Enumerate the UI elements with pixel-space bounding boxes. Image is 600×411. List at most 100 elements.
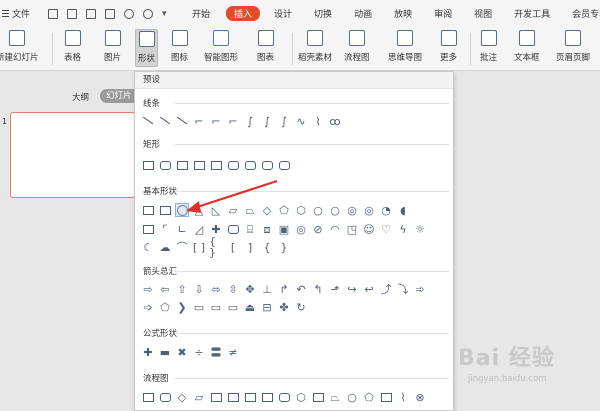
divide-shape[interactable]: ÷ xyxy=(192,345,206,359)
smartart-button[interactable]: 智能图形 xyxy=(204,30,238,63)
flowchart-manual-input-shape[interactable] xyxy=(311,390,325,404)
pie-shape[interactable]: ◔ xyxy=(379,203,393,217)
curved-up-arrow-shape[interactable]: ⤴ xyxy=(379,282,393,296)
new-slide-button[interactable]: 新建幻灯片 xyxy=(0,30,39,63)
left-up-arrow-shape[interactable]: ↰ xyxy=(311,282,325,296)
flowchart-offpage-connector-shape[interactable]: ⬠ xyxy=(362,390,376,404)
down-arrow-callout-shape[interactable]: ▭ xyxy=(209,300,223,314)
flowchart-terminator-shape[interactable] xyxy=(277,390,291,404)
picture-button[interactable]: 图片 xyxy=(104,30,121,63)
icons-button[interactable]: 图标 xyxy=(171,30,188,63)
curve-shape[interactable]: ∿ xyxy=(294,114,308,128)
arrow-line-shape[interactable] xyxy=(158,114,172,128)
tab-outline[interactable]: 大纲 xyxy=(72,91,89,103)
scribble-shape[interactable]: ꝏ xyxy=(328,114,342,128)
flowchart-button[interactable]: 流程图 xyxy=(344,30,370,63)
l-shape[interactable]: ∟ xyxy=(175,222,189,236)
arc-shape[interactable]: ⌒ xyxy=(175,240,189,254)
tab-member[interactable]: 会员专享 xyxy=(572,7,600,20)
diagonal-stripe-shape[interactable]: ◿ xyxy=(192,222,206,236)
left-right-up-arrow-shape[interactable]: ⊥ xyxy=(260,282,274,296)
export-pdf-icon[interactable] xyxy=(67,8,77,19)
pentagon-arrow-shape[interactable]: ⬠ xyxy=(158,300,172,314)
snip-round-shape[interactable] xyxy=(226,158,240,172)
round-diagonal-shape[interactable] xyxy=(277,158,291,172)
half-frame-shape[interactable]: ⌜ xyxy=(158,222,172,236)
quad-arrow-shape[interactable]: ✥ xyxy=(243,282,257,296)
round-single-corner-shape[interactable] xyxy=(243,158,257,172)
donut-shape[interactable]: ◎ xyxy=(294,222,308,236)
double-bracket-shape[interactable]: [ ] xyxy=(192,240,206,254)
flowchart-preparation-shape[interactable]: ⬡ xyxy=(294,390,308,404)
tab-design[interactable]: 设计 xyxy=(274,7,292,20)
undo-icon[interactable] xyxy=(124,8,134,19)
elbow-double-arrow-connector-shape[interactable]: ⌐ xyxy=(226,114,240,128)
down-arrow-shape[interactable]: ⇩ xyxy=(192,282,206,296)
up-down-arrow-shape[interactable]: ⇳ xyxy=(226,282,240,296)
round-same-side-shape[interactable] xyxy=(260,158,274,172)
flowchart-summing-junction-shape[interactable]: ⊗ xyxy=(413,390,427,404)
line-shape[interactable] xyxy=(141,114,155,128)
up-arrow-callout-shape[interactable]: ⏏ xyxy=(243,300,257,314)
frame-shape[interactable] xyxy=(141,222,155,236)
can-shape[interactable]: ⌸ xyxy=(243,222,257,236)
flowchart-internal-storage-shape[interactable] xyxy=(226,390,240,404)
right-bracket-shape[interactable]: ] xyxy=(243,240,257,254)
elbow-arrow-connector-shape[interactable]: ⌐ xyxy=(209,114,223,128)
curved-left-arrow-shape[interactable]: ↩ xyxy=(362,282,376,296)
tab-insert[interactable]: 插入 xyxy=(226,6,261,21)
elbow-connector-shape[interactable]: ⌐ xyxy=(192,114,206,128)
shapes-button[interactable]: 形状 xyxy=(135,29,159,67)
tab-slideshow[interactable]: 放映 xyxy=(394,7,412,20)
flowchart-decision-shape[interactable]: ◇ xyxy=(175,390,189,404)
bent-arrow-shape[interactable]: ↱ xyxy=(277,282,291,296)
moon-shape[interactable]: ☾ xyxy=(141,240,155,254)
curved-right-arrow-shape[interactable]: ↪ xyxy=(345,282,359,296)
diamond-shape[interactable]: ◇ xyxy=(260,203,274,217)
oval-shape[interactable] xyxy=(175,203,189,217)
chart-button[interactable]: 图表 xyxy=(257,30,274,63)
annotation-button[interactable]: 批注 xyxy=(480,30,497,63)
flowchart-multidocument-shape[interactable] xyxy=(260,390,274,404)
striped-right-arrow-shape[interactable]: ➾ xyxy=(413,282,427,296)
double-brace-shape[interactable]: { } xyxy=(209,236,223,258)
circular-arrow-shape[interactable]: ↻ xyxy=(294,300,308,314)
left-brace-shape[interactable]: { xyxy=(260,240,274,254)
flowchart-process-shape[interactable] xyxy=(141,390,155,404)
slide-thumbnail[interactable] xyxy=(10,112,135,198)
bent-up-arrow-shape[interactable]: ⬏ xyxy=(328,282,342,296)
textbox-button[interactable]: 文本框 xyxy=(514,30,540,63)
no-symbol-shape[interactable]: ⊘ xyxy=(311,222,325,236)
plaque-shape[interactable] xyxy=(226,222,240,236)
save-icon[interactable] xyxy=(48,8,58,19)
dodecagon-shape[interactable]: ◎ xyxy=(362,203,376,217)
cross-shape[interactable]: ✚ xyxy=(209,222,223,236)
left-right-arrow-callout-shape[interactable]: ⊟ xyxy=(260,300,274,314)
right-arrow-callout-shape[interactable]: ▭ xyxy=(192,300,206,314)
rounded-rectangle-shape[interactable] xyxy=(158,158,172,172)
right-triangle-shape[interactable]: ◺ xyxy=(209,203,223,217)
print-preview-icon[interactable] xyxy=(105,8,115,19)
pentagon-shape[interactable]: ⬠ xyxy=(277,203,291,217)
freeform-shape[interactable]: ⌇ xyxy=(311,114,325,128)
curved-double-arrow-connector-shape[interactable]: ∫ xyxy=(277,114,291,128)
print-icon[interactable] xyxy=(86,8,96,19)
triangle-shape[interactable]: △ xyxy=(192,203,206,217)
left-right-arrow-shape[interactable]: ⬄ xyxy=(209,282,223,296)
hexagon-shape[interactable]: ⬡ xyxy=(294,203,308,217)
decagon-shape[interactable]: ◎ xyxy=(345,203,359,217)
curved-arrow-connector-shape[interactable]: ∫ xyxy=(260,114,274,128)
vertical-textbox-shape[interactable] xyxy=(158,203,172,217)
double-arrow-line-shape[interactable] xyxy=(175,114,189,128)
cube-shape[interactable]: ⧈ xyxy=(260,222,274,236)
u-turn-arrow-shape[interactable]: ↶ xyxy=(294,282,308,296)
flowchart-connector-shape[interactable]: ○ xyxy=(345,390,359,404)
heart-shape[interactable]: ♡ xyxy=(379,222,393,236)
right-arrow-shape[interactable]: ⇨ xyxy=(141,282,155,296)
right-brace-shape[interactable]: } xyxy=(277,240,291,254)
snip-single-corner-shape[interactable] xyxy=(175,158,189,172)
flowchart-manual-operation-shape[interactable]: ⏢ xyxy=(328,390,342,404)
chevron-shape[interactable]: ❯ xyxy=(175,300,189,314)
rectangle-shape[interactable] xyxy=(141,158,155,172)
plus-shape[interactable]: ✚ xyxy=(141,345,155,359)
